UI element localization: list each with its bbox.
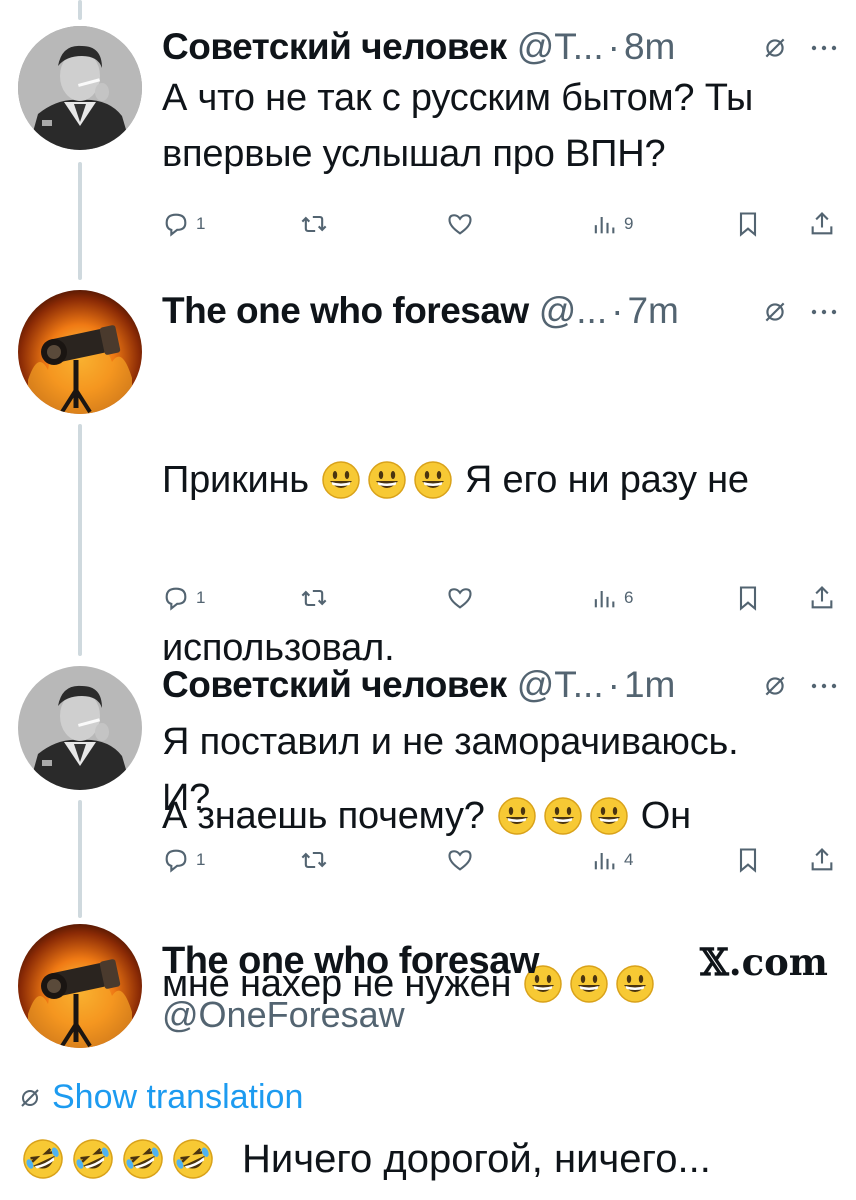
tweet-actions: 1 6 (162, 578, 838, 618)
reply-count: 1 (196, 850, 206, 869)
grinning-face-emoji (570, 965, 609, 1003)
emoji-group (523, 964, 655, 1004)
timestamp[interactable]: 1m (624, 664, 675, 706)
tweet-text: А что не так с русским бытом? Ты впервые… (162, 70, 832, 182)
like-button[interactable] (446, 578, 474, 618)
tweet-actions: 1 4 (162, 840, 838, 880)
reply-count: 1 (196, 214, 206, 233)
tweet-text-line: А что не так с русским бытом? Ты (162, 77, 754, 119)
thread-line (78, 424, 82, 656)
like-button[interactable] (446, 840, 474, 880)
reply-icon (165, 587, 187, 611)
tweet-text-line: впервые услышал про ВПН? (162, 133, 666, 175)
bookmark-icon (739, 212, 757, 237)
rolling-laughing-emoji (173, 1139, 213, 1179)
separator-dot: · (607, 26, 620, 67)
views-count: 6 (624, 588, 634, 607)
grinning-face-emoji (368, 461, 406, 499)
globe-icon[interactable] (762, 299, 788, 325)
views-button[interactable]: 9 (590, 204, 633, 244)
bookmark-button[interactable] (734, 204, 762, 244)
more-icon[interactable] (810, 44, 838, 52)
author-handle[interactable]: @... (539, 290, 607, 332)
rolling-laughing-emoji (73, 1139, 113, 1179)
reply-icon (165, 849, 187, 873)
heart-icon (448, 588, 472, 609)
avatar[interactable] (18, 26, 142, 150)
grinning-face-emoji (616, 965, 655, 1003)
author-handle[interactable]: @OneForesaw (162, 994, 405, 1036)
main-tweet-text-content: Ничего дорогой, ничего... (242, 1136, 711, 1181)
tweet-text-line: И? (162, 777, 211, 819)
retweet-icon (301, 851, 327, 869)
globe-icon[interactable] (762, 35, 788, 61)
avatar[interactable] (18, 924, 142, 1048)
heart-icon (448, 850, 472, 871)
avatar[interactable] (18, 290, 142, 414)
author-handle[interactable]: @T... (517, 664, 604, 706)
views-icon (594, 853, 615, 870)
tweet-text: Я поставил и не заморачиваюсь. И? (162, 714, 832, 826)
share-button[interactable] (808, 204, 836, 244)
author-name[interactable]: Советский человек (162, 26, 507, 68)
share-icon (811, 586, 833, 609)
grinning-face-emoji (322, 461, 360, 499)
avatar[interactable] (18, 666, 142, 790)
author-name[interactable]: The one who foresaw (162, 290, 529, 332)
bookmark-icon (739, 848, 757, 873)
tweet-actions: 1 9 (162, 204, 838, 244)
show-translation-link[interactable]: Show translation (18, 1078, 303, 1117)
x-site-label: 𝕏.com (700, 940, 828, 984)
share-button[interactable] (808, 578, 836, 618)
thread-line (78, 0, 82, 20)
views-button[interactable]: 4 (590, 840, 633, 880)
retweet-button[interactable] (300, 840, 328, 880)
tweet-text-line: Я поставил и не заморачиваюсь. (162, 721, 739, 763)
author-name[interactable]: The one who foresaw (162, 940, 539, 983)
views-icon (594, 217, 615, 234)
emoji-group (321, 460, 453, 500)
views-count: 9 (624, 214, 634, 233)
retweet-icon (301, 589, 327, 607)
share-icon (811, 848, 833, 871)
reply-button[interactable]: 1 (162, 840, 205, 880)
grinning-face-emoji (414, 461, 452, 499)
separator-dot: · (607, 664, 620, 705)
author-name[interactable]: Советский человек (162, 664, 507, 706)
heart-icon (448, 214, 472, 235)
author-handle[interactable]: @T... (517, 26, 604, 68)
views-button[interactable]: 6 (590, 578, 633, 618)
tweet-text-line: Я его ни разу не (464, 459, 749, 501)
thread-line (78, 162, 82, 280)
emoji-group (20, 1136, 216, 1182)
show-translation-label: Show translation (52, 1078, 304, 1116)
bookmark-icon (739, 586, 757, 611)
bookmark-button[interactable] (734, 840, 762, 880)
more-icon[interactable] (810, 682, 838, 690)
timestamp[interactable]: 8m (624, 26, 675, 68)
reply-button[interactable]: 1 (162, 204, 205, 244)
globe-icon[interactable] (762, 673, 788, 699)
rolling-laughing-emoji (123, 1139, 163, 1179)
timestamp[interactable]: 7m (627, 290, 678, 332)
thread-line (78, 800, 82, 918)
retweet-button[interactable] (300, 578, 328, 618)
share-button[interactable] (808, 840, 836, 880)
retweet-button[interactable] (300, 204, 328, 244)
bookmark-button[interactable] (734, 578, 762, 618)
like-button[interactable] (446, 204, 474, 244)
reply-count: 1 (196, 588, 206, 607)
reply-button[interactable]: 1 (162, 578, 205, 618)
separator-dot: · (611, 290, 624, 331)
more-icon[interactable] (810, 308, 838, 316)
globe-icon (21, 1088, 39, 1107)
retweet-icon (301, 215, 327, 233)
reply-icon (165, 213, 187, 237)
share-icon (811, 212, 833, 235)
views-icon (594, 591, 615, 608)
rolling-laughing-emoji (23, 1139, 63, 1179)
views-count: 4 (624, 850, 634, 869)
tweet-text-line: Прикинь (162, 459, 309, 501)
main-tweet-text: Ничего дорогой, ничего... (20, 1136, 711, 1182)
